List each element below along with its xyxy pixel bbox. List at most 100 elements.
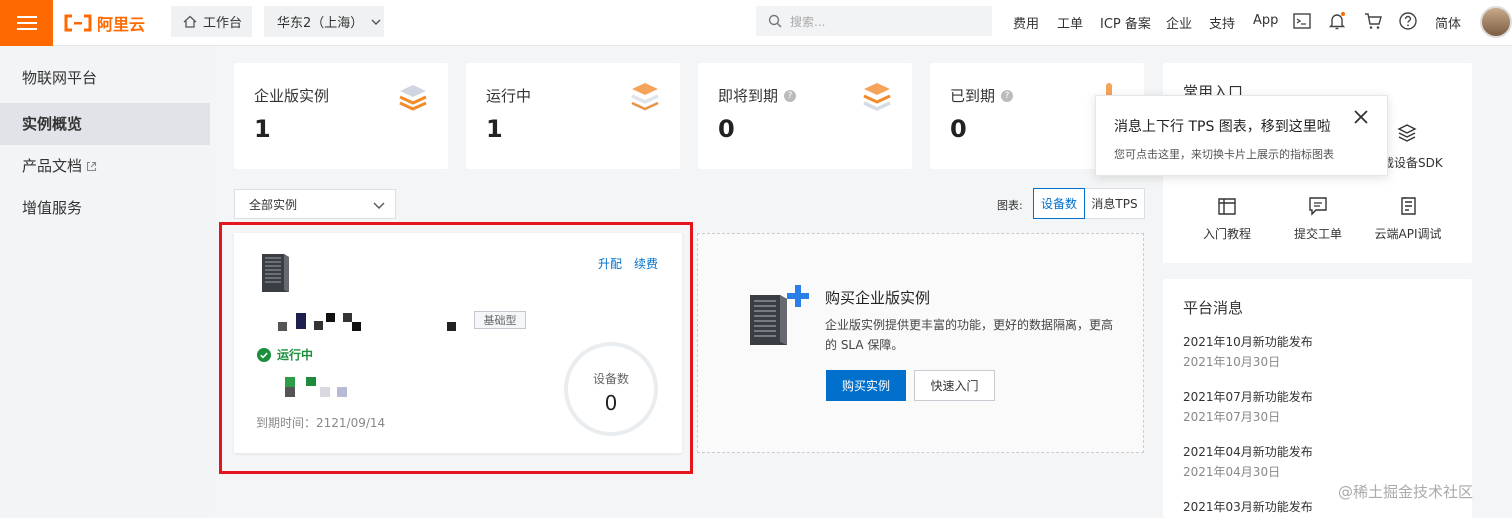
entry-api-debug[interactable]: 云端API调试 (1358, 195, 1458, 242)
hamburger-menu-button[interactable] (0, 0, 53, 46)
popover-title: 消息上下行 TPS 图表，移到这里啦 (1114, 119, 1331, 135)
region-label: 华东2（上海） (277, 16, 364, 31)
popover-description: 您可点击这里，来切换卡片上展示的指标图表 (1114, 148, 1334, 161)
sidebar-item-product-docs[interactable]: 产品文档 (0, 145, 210, 187)
user-avatar[interactable] (1480, 6, 1512, 38)
search-placeholder: 搜索... (790, 14, 826, 29)
workbench-label: 工作台 (203, 16, 243, 31)
stat-label: 即将到期? (718, 85, 797, 106)
device-count-gauge: 设备数 0 (564, 342, 658, 436)
chevron-down-icon (371, 19, 381, 25)
nav-fees[interactable]: 费用 (1013, 13, 1039, 32)
api-icon (1401, 197, 1416, 215)
external-link-icon (86, 161, 97, 171)
search-input[interactable]: 搜索... (756, 6, 992, 36)
top-navigation-bar: 阿里云 工作台 华东2（上海） 搜索... 费用 工单 ICP 备案 企业 支持… (0, 0, 1512, 46)
language-switch[interactable]: 简体 (1435, 13, 1461, 32)
stat-label-text: 已到期 (950, 87, 996, 105)
entry-label: 云端API调试 (1374, 227, 1442, 241)
instance-status: 运行中 (257, 346, 313, 363)
entry-label: 入门教程 (1202, 227, 1251, 241)
buy-instance-button[interactable]: 购买实例 (826, 370, 906, 401)
toggle-device-count[interactable]: 设备数 (1033, 188, 1085, 219)
sidebar-item-value-added[interactable]: 增值服务 (0, 187, 210, 229)
instance-filter-value: 全部实例 (249, 197, 298, 212)
stack-icon (399, 85, 427, 111)
instance-filter-select[interactable]: 全部实例 (234, 189, 396, 219)
stat-card-running[interactable]: 运行中 1 (466, 63, 680, 169)
toggle-message-tps[interactable]: 消息TPS (1085, 188, 1145, 219)
stat-value: 0 (950, 115, 967, 143)
question-icon[interactable]: ? (1001, 89, 1014, 102)
device-sdk-entry[interactable] (1396, 121, 1418, 143)
nav-tickets[interactable]: 工单 (1057, 13, 1083, 32)
news-item-title[interactable]: 2021年03月新功能发布 (1183, 498, 1313, 515)
status-text: 运行中 (277, 348, 314, 362)
gauge-value: 0 (604, 391, 618, 415)
aliyun-logo-icon (64, 14, 92, 32)
stat-label: 已到期? (950, 85, 1014, 106)
logo-text: 阿里云 (97, 15, 146, 34)
stat-label: 企业版实例 (254, 85, 329, 106)
check-circle-icon (257, 347, 271, 362)
entry-getting-started[interactable]: 入门教程 (1177, 195, 1277, 242)
news-item-date: 2021年07月30日 (1183, 410, 1281, 424)
sidebar-title: 物联网平台 (22, 69, 98, 87)
book-icon (1218, 198, 1236, 215)
server-icon (262, 254, 289, 292)
stat-card-expiring-soon[interactable]: 即将到期? 0 (698, 63, 912, 169)
question-icon[interactable]: ? (784, 89, 797, 102)
home-icon (183, 15, 197, 28)
chevron-down-icon (373, 202, 385, 209)
workbench-button[interactable]: 工作台 (171, 6, 252, 37)
stat-value: 0 (718, 115, 735, 143)
nav-icp[interactable]: ICP 备案 (1100, 13, 1151, 32)
instance-type-badge: 基础型 (474, 311, 526, 329)
ticket-icon (1309, 197, 1327, 216)
upgrade-link[interactable]: 升配 (598, 255, 622, 272)
stat-card-enterprise-instances[interactable]: 企业版实例 1 (234, 63, 448, 169)
sidebar-item-label: 实例概览 (22, 115, 83, 133)
panel-title: 平台消息 (1183, 299, 1244, 317)
news-item-title[interactable]: 2021年04月新功能发布 (1183, 443, 1313, 460)
buy-title: 购买企业版实例 (825, 289, 931, 307)
quick-start-button[interactable]: 快速入门 (914, 370, 995, 401)
stack-icon (863, 83, 891, 111)
nav-enterprise[interactable]: 企业 (1166, 13, 1192, 32)
buy-description: 企业版实例提供更丰富的功能，更好的数据隔离，更高的 SLA 保障。 (825, 318, 1114, 352)
chart-label: 图表: (997, 199, 1023, 212)
nav-app[interactable]: App (1253, 13, 1278, 28)
sidebar: 物联网平台 实例概览 产品文档 增值服务 (0, 47, 210, 518)
sidebar-item-label: 产品文档 (22, 157, 83, 175)
news-item-title[interactable]: 2021年07月新功能发布 (1183, 388, 1313, 405)
stat-label-text: 企业版实例 (254, 87, 330, 105)
device-sdk-label[interactable]: 载设备SDK (1382, 154, 1443, 171)
cart-icon[interactable] (1363, 11, 1383, 31)
news-item-date: 2021年10月30日 (1183, 355, 1281, 369)
gauge-label: 设备数 (592, 372, 629, 386)
bell-icon[interactable] (1327, 11, 1347, 31)
close-icon[interactable] (1352, 108, 1370, 126)
help-icon[interactable] (1398, 11, 1418, 31)
sidebar-item-instance-overview[interactable]: 实例概览 (0, 103, 210, 145)
server-add-icon (750, 285, 809, 345)
stat-value: 1 (486, 115, 503, 143)
region-selector[interactable]: 华东2（上海） (264, 6, 384, 37)
stack-icon (631, 83, 659, 111)
news-item-title[interactable]: 2021年10月新功能发布 (1183, 333, 1313, 350)
watermark: @稀土掘金技术社区 (1338, 483, 1474, 501)
search-icon (768, 14, 782, 28)
entry-label: 提交工单 (1293, 227, 1342, 241)
stat-label-text: 运行中 (486, 87, 532, 105)
stat-value: 1 (254, 115, 271, 143)
news-item-date: 2021年04月30日 (1183, 465, 1281, 479)
tps-chart-tip-popover: 消息上下行 TPS 图表，移到这里啦 您可点击这里，来切换卡片上展示的指标图表 (1095, 95, 1388, 176)
renew-link[interactable]: 续费 (634, 255, 658, 272)
aliyun-logo[interactable]: 阿里云 (63, 11, 145, 35)
stat-label-text: 即将到期 (718, 87, 779, 105)
layers-icon (1397, 124, 1417, 142)
nav-support[interactable]: 支持 (1209, 13, 1235, 32)
terminal-icon[interactable] (1292, 11, 1312, 31)
stat-label: 运行中 (486, 85, 531, 106)
entry-submit-ticket[interactable]: 提交工单 (1268, 195, 1368, 242)
